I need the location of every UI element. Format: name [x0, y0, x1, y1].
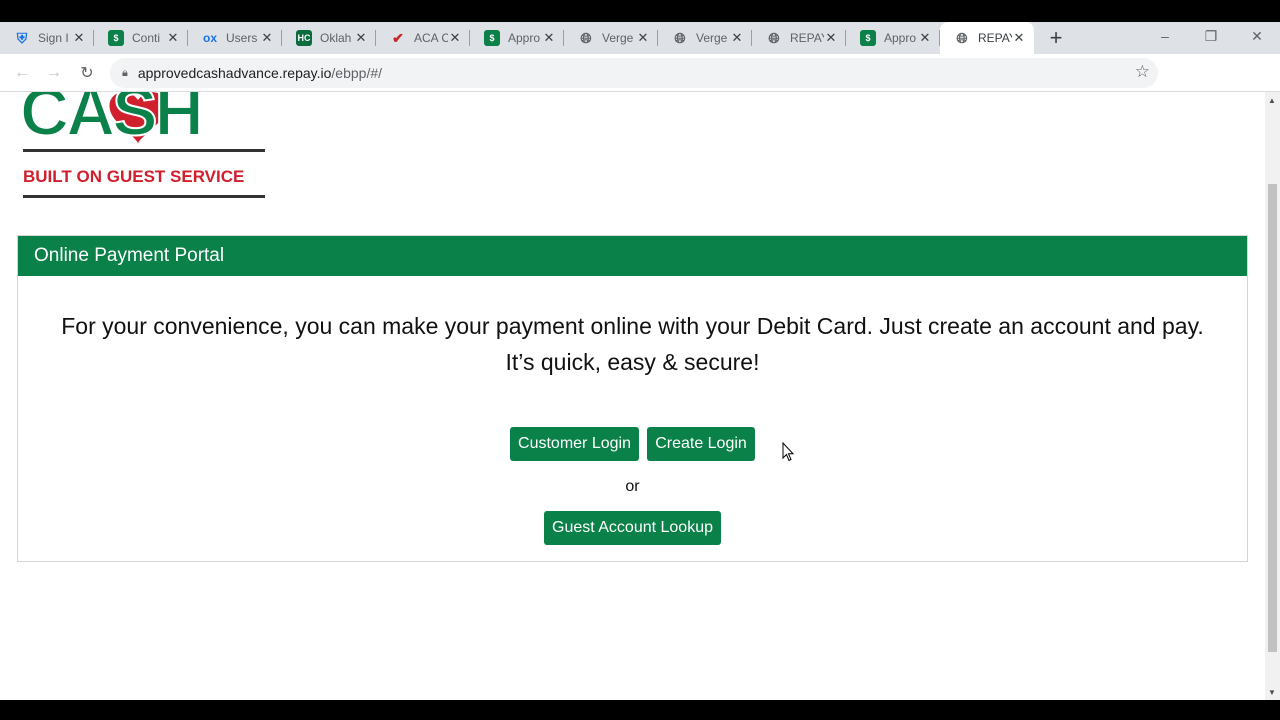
page-viewport: CASH BUILT ON GUEST SERVICE Online Payme… — [0, 92, 1280, 700]
url-path: /ebpp/#/ — [331, 65, 383, 81]
mouse-cursor-icon — [782, 442, 795, 462]
close-tab-icon[interactable]: ✕ — [730, 30, 744, 46]
logo-wordmark: CASH — [20, 92, 201, 150]
scroll-down-arrow-icon[interactable]: ▼ — [1268, 688, 1276, 697]
close-tab-icon[interactable]: ✕ — [636, 30, 650, 46]
tab-title: Oklah — [320, 31, 352, 45]
browser-tab[interactable]: ✔ ACA C ✕ — [376, 22, 470, 54]
tab-title: Conti — [132, 31, 161, 45]
lead-line-1: For your convenience, you can make your … — [61, 313, 1204, 339]
os-title-strip — [0, 0, 1280, 22]
address-bar[interactable]: 🔒︎ approvedcashadvance.repay.io/ebpp/#/ … — [110, 58, 1158, 88]
guest-account-lookup-button[interactable]: Guest Account Lookup — [544, 511, 721, 545]
close-window-icon[interactable]: ✕ — [1234, 22, 1280, 50]
browser-tab[interactable]: 🌐︎ Verge ✕ — [564, 22, 658, 54]
tab-title: Verge — [602, 31, 634, 45]
cash-logo-icon: $ — [108, 30, 124, 46]
tab-title: Verge — [696, 31, 728, 45]
hc-icon: HC — [296, 30, 312, 46]
browser-tab[interactable]: 🌐︎ Verge ✕ — [658, 22, 752, 54]
browser-tab[interactable]: HC Oklah ✕ — [282, 22, 376, 54]
forward-arrow-icon[interactable]: → — [44, 63, 64, 83]
new-tab-button[interactable]: + — [1038, 22, 1074, 54]
logo-tagline: BUILT ON GUEST SERVICE — [23, 167, 244, 186]
payment-portal-panel: Online Payment Portal For your convenien… — [17, 235, 1248, 562]
restore-icon[interactable]: ❐ — [1188, 22, 1234, 50]
lead-line-2: It’s quick, easy & secure! — [505, 349, 760, 375]
close-tab-icon[interactable]: ✕ — [1012, 30, 1026, 46]
window-controls: – ❐ ✕ — [1142, 22, 1280, 50]
reload-icon[interactable]: ↻ — [77, 63, 97, 83]
bookmark-star-icon[interactable]: ☆ — [1135, 62, 1150, 82]
browser-tab[interactable]: $ Conti ✕ — [94, 22, 188, 54]
browser-tab[interactable]: ⛨ Sign I ✕ — [0, 22, 94, 54]
tab-title: Users — [226, 31, 258, 45]
tab-title: REPAY — [978, 31, 1012, 45]
ox-icon: ox — [202, 31, 217, 45]
close-tab-icon[interactable]: ✕ — [824, 30, 838, 46]
os-bottom-strip — [0, 700, 1280, 720]
vertical-scrollbar[interactable]: ▲ ▼ — [1265, 92, 1280, 700]
minimize-icon[interactable]: – — [1142, 22, 1188, 50]
browser-tab-active[interactable]: 🌐︎ REPAY ✕ — [940, 22, 1034, 54]
shield-icon: ⛨ — [16, 29, 28, 46]
panel-title: Online Payment Portal — [18, 236, 1247, 276]
close-tab-icon[interactable]: ✕ — [918, 30, 932, 46]
globe-icon: 🌐︎ — [956, 29, 968, 46]
browser-tab[interactable]: 🌐︎ REPAY ✕ — [752, 22, 846, 54]
browser-tab[interactable]: $ Appro ✕ — [470, 22, 564, 54]
globe-icon: 🌐︎ — [674, 29, 686, 46]
approved-cash-logo: CASH BUILT ON GUEST SERVICE — [18, 92, 268, 212]
tab-title: Sign I — [38, 31, 69, 45]
tab-title: Appro — [508, 31, 541, 45]
or-separator: or — [625, 478, 640, 495]
lock-icon: 🔒︎ — [122, 66, 128, 79]
globe-icon: 🌐︎ — [768, 29, 780, 46]
scrollbar-thumb[interactable] — [1268, 184, 1277, 652]
lead-text: For your convenience, you can make your … — [18, 308, 1247, 380]
scroll-up-arrow-icon[interactable]: ▲ — [1268, 96, 1276, 105]
back-arrow-icon[interactable]: ← — [12, 63, 32, 83]
browser-tab[interactable]: ox Users ✕ — [188, 22, 282, 54]
close-tab-icon[interactable]: ✕ — [448, 30, 462, 46]
close-tab-icon[interactable]: ✕ — [260, 30, 274, 46]
create-login-button[interactable]: Create Login — [647, 427, 755, 461]
cash-logo-icon: $ — [860, 30, 876, 46]
tab-title: Appro — [884, 31, 917, 45]
checkmark-icon: ✔ — [392, 29, 404, 46]
tab-title: REPAY — [790, 31, 824, 45]
browser-tab[interactable]: $ Appro ✕ — [846, 22, 940, 54]
globe-icon: 🌐︎ — [580, 29, 592, 46]
close-tab-icon[interactable]: ✕ — [354, 30, 368, 46]
browser-toolbar: ← → ↻ 🔒︎ approvedcashadvance.repay.io/eb… — [0, 54, 1280, 138]
customer-login-button[interactable]: Customer Login — [510, 427, 639, 461]
close-tab-icon[interactable]: ✕ — [72, 30, 86, 46]
browser-tab-strip: ⛨ Sign I ✕ $ Conti ✕ ox Users ✕ HC Oklah… — [0, 22, 1280, 54]
tab-title: ACA C — [414, 31, 448, 45]
close-tab-icon[interactable]: ✕ — [166, 30, 180, 46]
url-host: approvedcashadvance.repay.io — [137, 65, 332, 81]
close-tab-icon[interactable]: ✕ — [542, 30, 556, 46]
cash-logo-icon: $ — [484, 30, 500, 46]
